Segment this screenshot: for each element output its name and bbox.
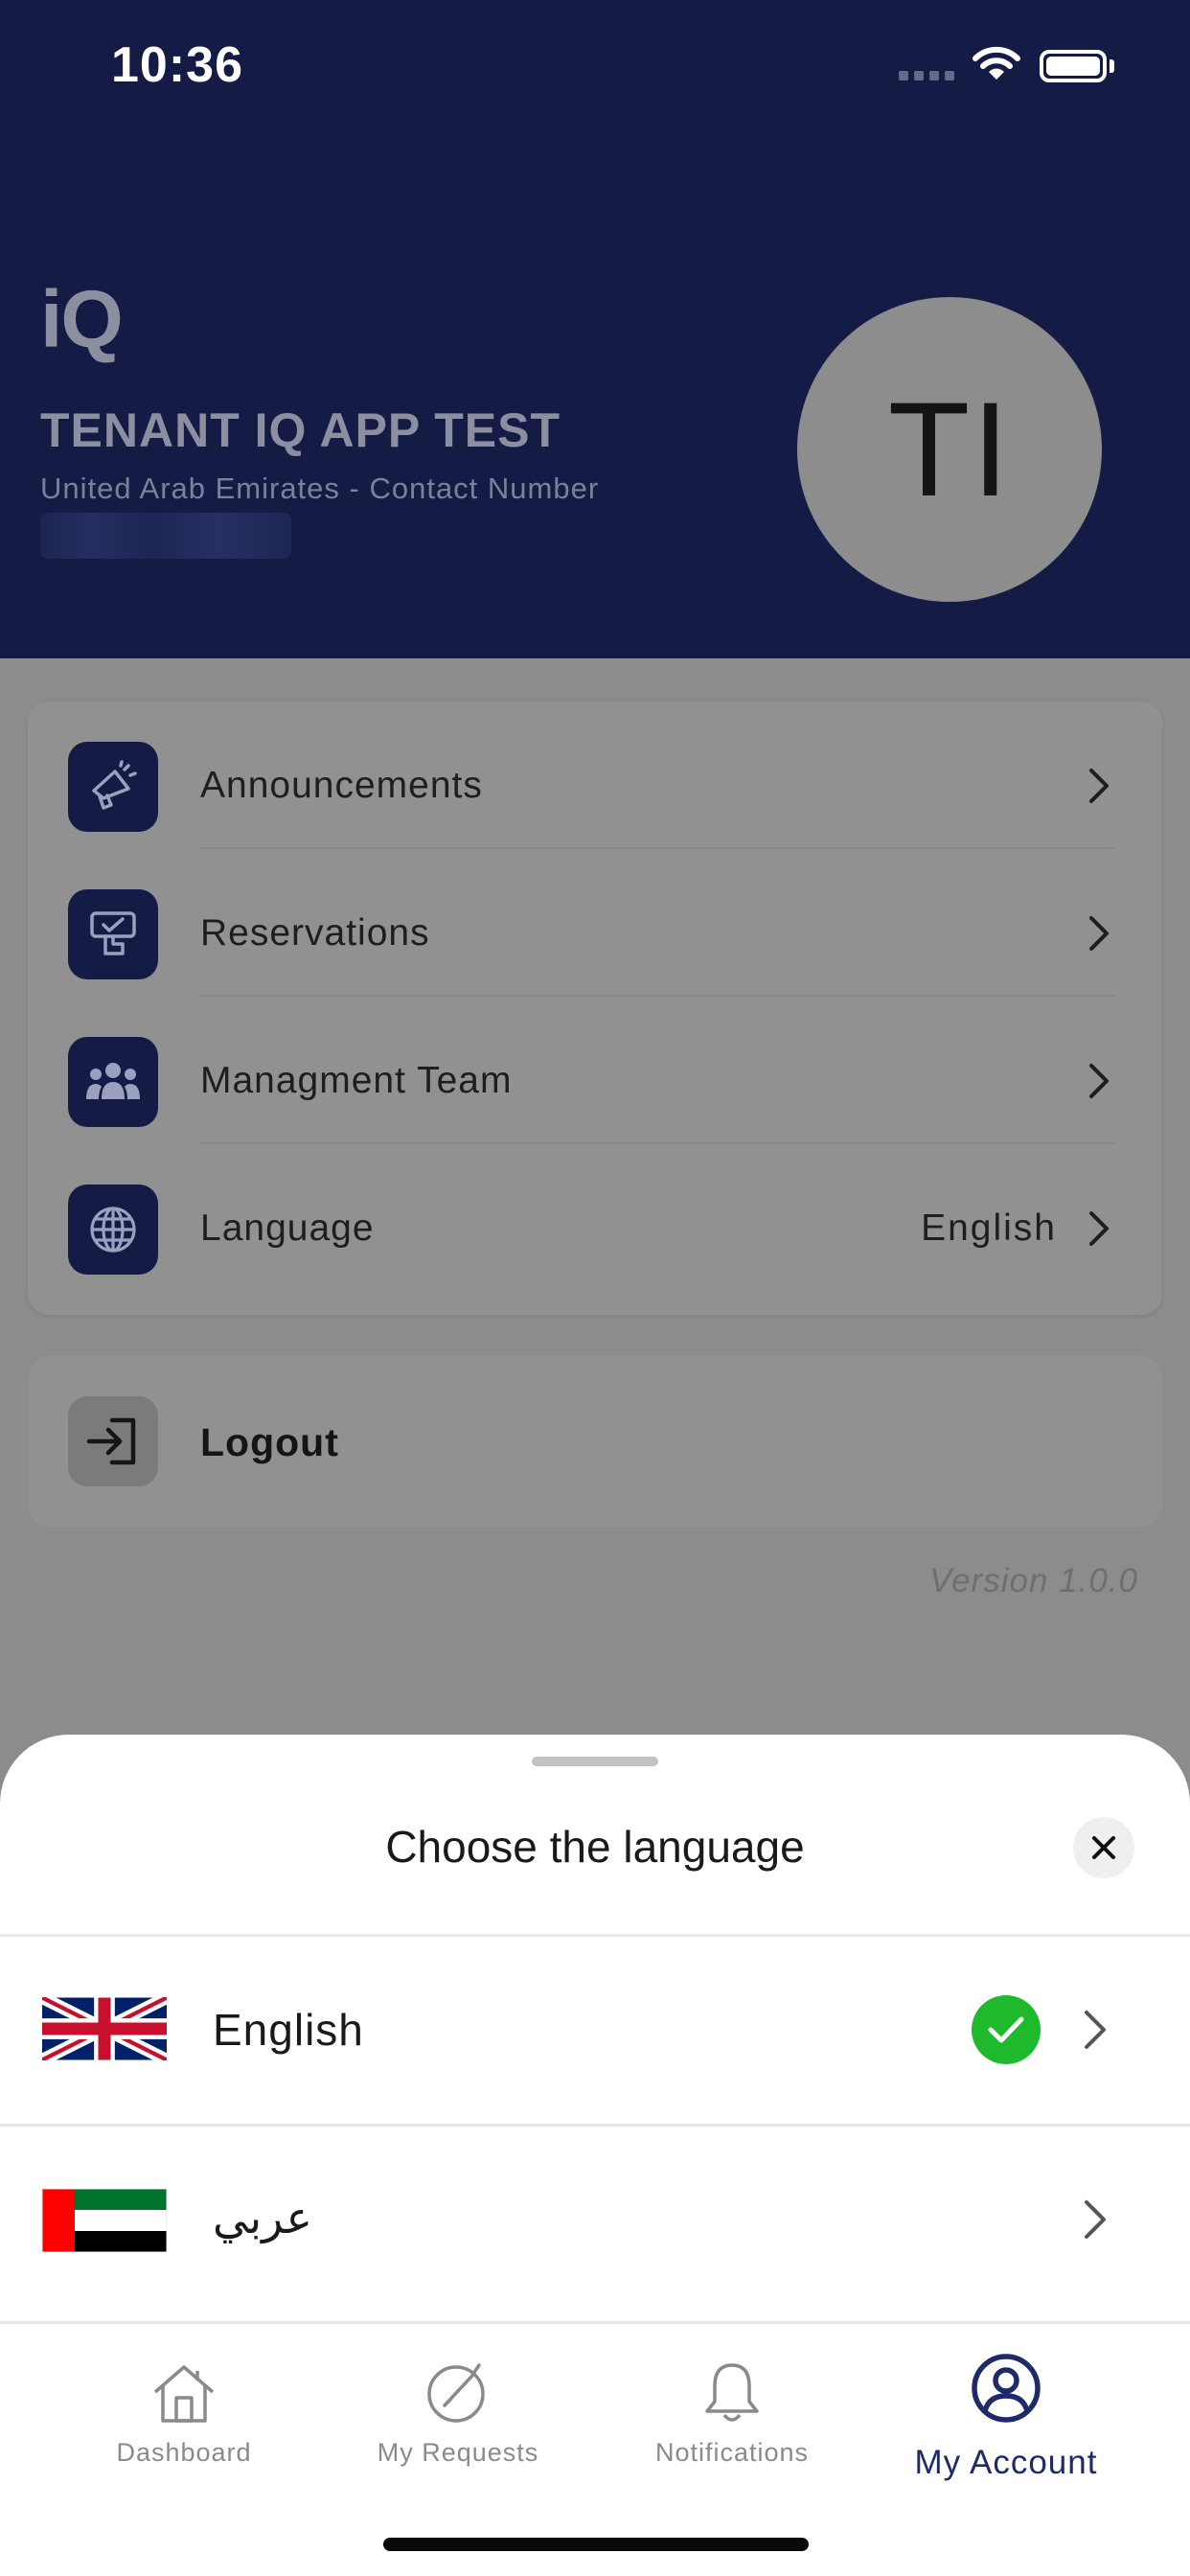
chevron-right-icon [1083, 2009, 1108, 2056]
tab-dashboard[interactable]: Dashboard [40, 2348, 328, 2482]
tab-my-requests[interactable]: My Requests [314, 2348, 602, 2482]
tab-notifications[interactable]: Notifications [588, 2348, 876, 2482]
close-button[interactable] [1073, 1817, 1134, 1878]
home-icon [40, 2348, 328, 2425]
uk-flag-icon [39, 1991, 170, 2066]
contact-number-redacted [40, 513, 291, 559]
tab-label: Notifications [654, 2438, 810, 2467]
selected-check-icon [972, 1995, 1041, 2064]
account-menu-card: Announcements Reservations Managment Tea… [28, 702, 1162, 1315]
menu-item-label: Language [200, 1208, 375, 1249]
globe-icon [68, 1184, 158, 1275]
language-option-arabic[interactable]: عربي [0, 2127, 1190, 2314]
bell-icon [588, 2348, 876, 2425]
country-contact-label: United Arab Emirates - Contact Number [40, 472, 600, 505]
tab-label: My Requests [377, 2438, 539, 2467]
current-language-value: English [921, 1208, 1057, 1249]
menu-item-announcements[interactable]: Announcements [28, 702, 1162, 849]
chevron-right-icon [1087, 767, 1110, 810]
app-version: Version 1.0.0 [929, 1562, 1138, 1599]
menu-item-management-team[interactable]: Managment Team [28, 997, 1162, 1144]
menu-item-reservations[interactable]: Reservations [28, 849, 1162, 997]
app-logo: iQ [40, 274, 124, 364]
logout-icon [68, 1396, 158, 1486]
battery-icon [1040, 50, 1107, 82]
menu-item-label: Reservations [200, 912, 430, 954]
tab-my-account[interactable]: My Account [862, 2348, 1150, 2482]
tab-label: Dashboard [116, 2438, 252, 2467]
menu-item-label: Announcements [200, 765, 483, 806]
chevron-right-icon [1083, 2198, 1108, 2245]
avatar-initials: TI [887, 374, 1012, 524]
home-indicator [383, 2538, 809, 2551]
account-icon [862, 2348, 1150, 2425]
avatar[interactable]: TI [797, 297, 1102, 602]
sheet-title: Choose the language [385, 1822, 805, 1872]
requests-icon [314, 2348, 602, 2425]
sheet-grabber[interactable] [532, 1757, 658, 1766]
battery-tip [1110, 59, 1114, 73]
close-icon [1092, 1836, 1115, 1859]
team-icon [68, 1037, 158, 1127]
menu-item-label: Managment Team [200, 1060, 513, 1101]
tenant-name: TENANT IQ APP TEST [40, 403, 561, 457]
wifi-icon [973, 46, 1020, 87]
cellular-signal-icon [899, 71, 956, 80]
menu-item-language[interactable]: Language English [28, 1144, 1162, 1292]
status-time: 10:36 [111, 37, 243, 93]
chevron-right-icon [1087, 1209, 1110, 1253]
language-option-english[interactable]: English [0, 1937, 1190, 2125]
megaphone-icon [68, 742, 158, 832]
logout-button[interactable]: Logout [28, 1356, 1162, 1527]
uae-flag-icon [41, 2188, 168, 2253]
chevron-right-icon [1087, 1062, 1110, 1105]
language-option-label: English [213, 2005, 364, 2055]
chevron-right-icon [1087, 914, 1110, 957]
reservation-icon [68, 889, 158, 979]
language-option-label: عربي [213, 2193, 312, 2242]
tab-label: My Account [914, 2444, 1098, 2481]
divider [0, 2321, 1190, 2324]
logout-label: Logout [200, 1420, 339, 1464]
